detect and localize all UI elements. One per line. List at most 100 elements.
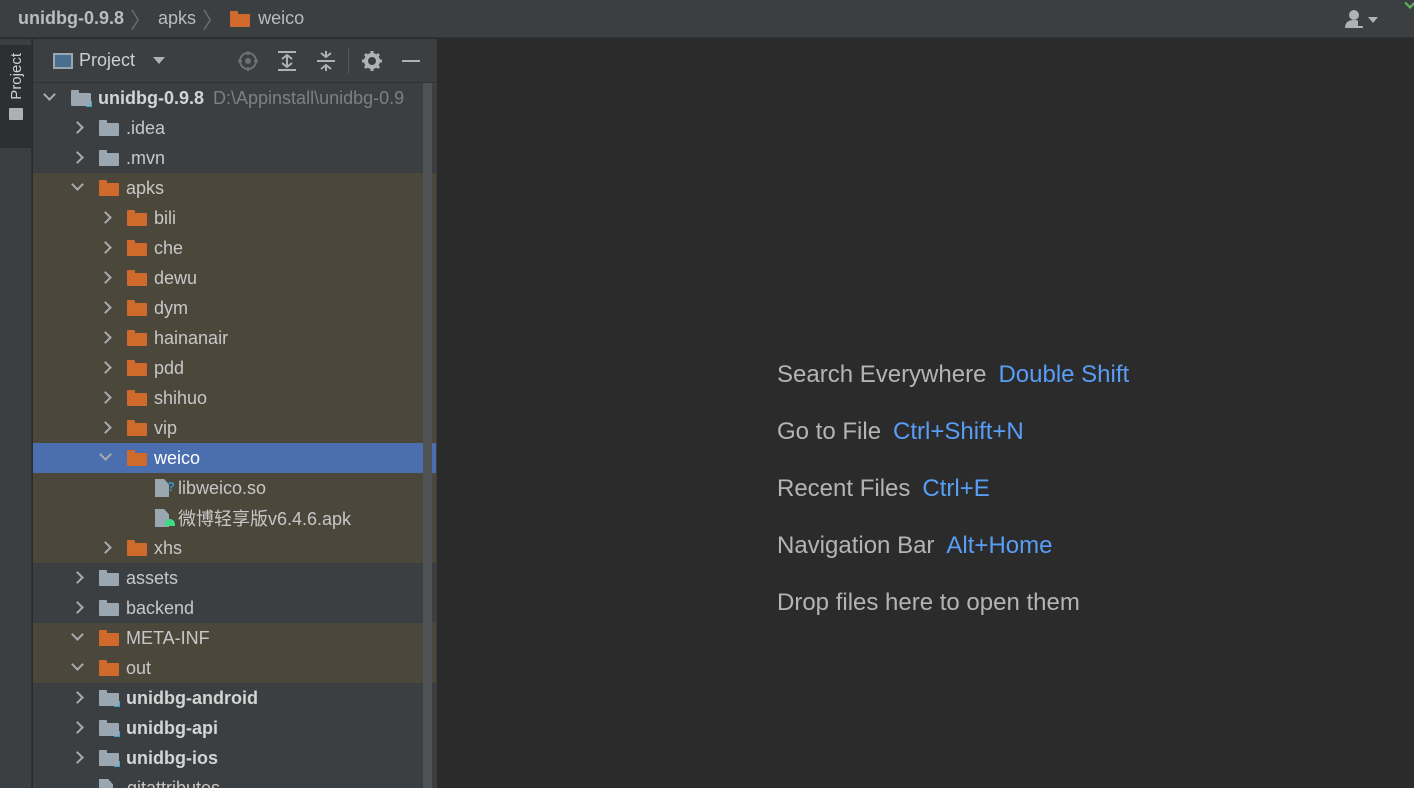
tree-item-label: hainanair	[154, 327, 229, 348]
project-panel-header: Project	[33, 39, 437, 83]
tree-row[interactable]: che	[33, 233, 436, 263]
chevron-right-icon[interactable]	[99, 263, 113, 293]
breadcrumb-weico[interactable]: weico	[230, 0, 304, 38]
module-folder-icon	[99, 690, 121, 708]
chevron-right-icon[interactable]	[99, 293, 113, 323]
expand-all-button[interactable]	[271, 46, 303, 76]
project-view-icon	[53, 52, 73, 69]
project-tree: unidbg-0.9.8 D:\Appinstall\unidbg-0.9 .i…	[33, 83, 436, 788]
hint-label: Navigation Bar	[777, 532, 935, 559]
chevron-down-icon[interactable]	[71, 653, 85, 683]
tree-row[interactable]: META-INF	[33, 623, 436, 653]
folder-icon	[127, 390, 147, 406]
chevron-right-icon[interactable]	[99, 533, 113, 563]
toolbar-divider	[348, 48, 349, 74]
module-folder-icon	[71, 90, 93, 108]
tree-row[interactable]: out	[33, 653, 436, 683]
project-tool-tab[interactable]: Project	[0, 45, 32, 148]
android-icon	[165, 519, 175, 526]
hint-go-to-file: Go to File Ctrl+Shift+N	[777, 418, 1024, 446]
breadcrumb-separator: 〉	[130, 7, 153, 33]
chevron-right-icon[interactable]	[71, 593, 85, 623]
user-icon	[1345, 10, 1378, 28]
hint-shortcut[interactable]: Ctrl+E	[922, 475, 989, 502]
tree-row[interactable]: hainanair	[33, 323, 436, 353]
folder-icon	[230, 10, 251, 27]
settings-button[interactable]	[356, 46, 388, 76]
tree-row[interactable]: dym	[33, 293, 436, 323]
hide-panel-button[interactable]	[395, 46, 427, 76]
folder-icon	[99, 630, 119, 646]
breadcrumb-separator: 〉	[202, 7, 225, 33]
breadcrumb-apks[interactable]: apks	[158, 0, 196, 38]
chevron-right-icon[interactable]	[71, 743, 85, 773]
module-folder-icon	[99, 750, 121, 768]
expand-all-icon	[278, 51, 296, 71]
tree-row[interactable]: assets	[33, 563, 436, 593]
breadcrumb-project[interactable]: unidbg-0.9.8	[0, 0, 124, 38]
chevron-down-icon[interactable]	[71, 173, 85, 203]
tree-row[interactable]: backend	[33, 593, 436, 623]
hint-recent-files: Recent Files Ctrl+E	[777, 475, 990, 503]
tree-row[interactable]: shihuo	[33, 383, 436, 413]
hint-shortcut[interactable]: Ctrl+Shift+N	[893, 418, 1024, 445]
tree-item-label: unidbg-ios	[126, 747, 218, 768]
navigation-bar: unidbg-0.9.8 〉 apks 〉 weico	[0, 0, 1414, 38]
account-button[interactable]	[1342, 8, 1382, 30]
collapse-all-icon	[317, 51, 335, 71]
tree-row[interactable]: ? libweico.so	[33, 473, 436, 503]
chevron-right-icon[interactable]	[99, 233, 113, 263]
tree-row[interactable]: .mvn	[33, 143, 436, 173]
chevron-down-icon[interactable]	[43, 83, 57, 113]
folder-icon	[99, 150, 119, 166]
tree-row-root[interactable]: unidbg-0.9.8 D:\Appinstall\unidbg-0.9	[33, 83, 436, 113]
tree-row[interactable]: 微博轻享版v6.4.6.apk	[33, 503, 436, 533]
tree-row[interactable]: .gitattributes	[33, 773, 436, 788]
chevron-right-icon[interactable]	[99, 383, 113, 413]
tree-row[interactable]: pdd	[33, 353, 436, 383]
chevron-down-icon[interactable]	[153, 57, 166, 64]
vertical-scrollbar[interactable]	[423, 83, 432, 788]
folder-icon	[99, 180, 119, 196]
tree-row[interactable]: unidbg-ios	[33, 743, 436, 773]
tree-item-path: D:\Appinstall\unidbg-0.9	[213, 87, 405, 108]
folder-icon	[127, 420, 147, 436]
question-mark-icon: ?	[167, 479, 175, 494]
chevron-right-icon[interactable]	[71, 713, 85, 743]
chevron-right-icon[interactable]	[71, 143, 85, 173]
tree-item-label: META-INF	[126, 627, 210, 648]
chevron-right-icon[interactable]	[71, 113, 85, 143]
tree-row[interactable]: .idea	[33, 113, 436, 143]
tree-row[interactable]: xhs	[33, 533, 436, 563]
tree-row[interactable]: bili	[33, 203, 436, 233]
check-icon	[1404, 0, 1414, 9]
tree-row[interactable]: apks	[33, 173, 436, 203]
tree-item-label: unidbg-api	[126, 717, 218, 738]
folder-icon	[127, 270, 147, 286]
collapse-all-button[interactable]	[310, 46, 342, 76]
chevron-down-icon[interactable]	[99, 443, 113, 473]
chevron-right-icon[interactable]	[99, 413, 113, 443]
gear-icon	[362, 51, 382, 71]
chevron-right-icon[interactable]	[99, 323, 113, 353]
chevron-down-icon[interactable]	[71, 623, 85, 653]
locate-button[interactable]	[232, 46, 264, 76]
hint-drop-files: Drop files here to open them	[777, 589, 1080, 617]
folder-icon	[127, 210, 147, 226]
hint-shortcut[interactable]: Double Shift	[998, 361, 1129, 388]
project-view-selector[interactable]: Project	[79, 50, 135, 71]
tree-row-selected[interactable]: weico	[33, 443, 436, 473]
hint-shortcut[interactable]: Alt+Home	[946, 532, 1052, 559]
tree-row[interactable]: unidbg-android	[33, 683, 436, 713]
tree-item-label: vip	[154, 417, 178, 438]
tree-row[interactable]: unidbg-api	[33, 713, 436, 743]
chevron-right-icon[interactable]	[71, 683, 85, 713]
file-icon	[99, 779, 113, 788]
chevron-right-icon[interactable]	[71, 563, 85, 593]
tree-row[interactable]: vip	[33, 413, 436, 443]
tree-item-label: backend	[126, 597, 195, 618]
chevron-right-icon[interactable]	[99, 353, 113, 383]
chevron-right-icon[interactable]	[99, 203, 113, 233]
tree-row[interactable]: dewu	[33, 263, 436, 293]
